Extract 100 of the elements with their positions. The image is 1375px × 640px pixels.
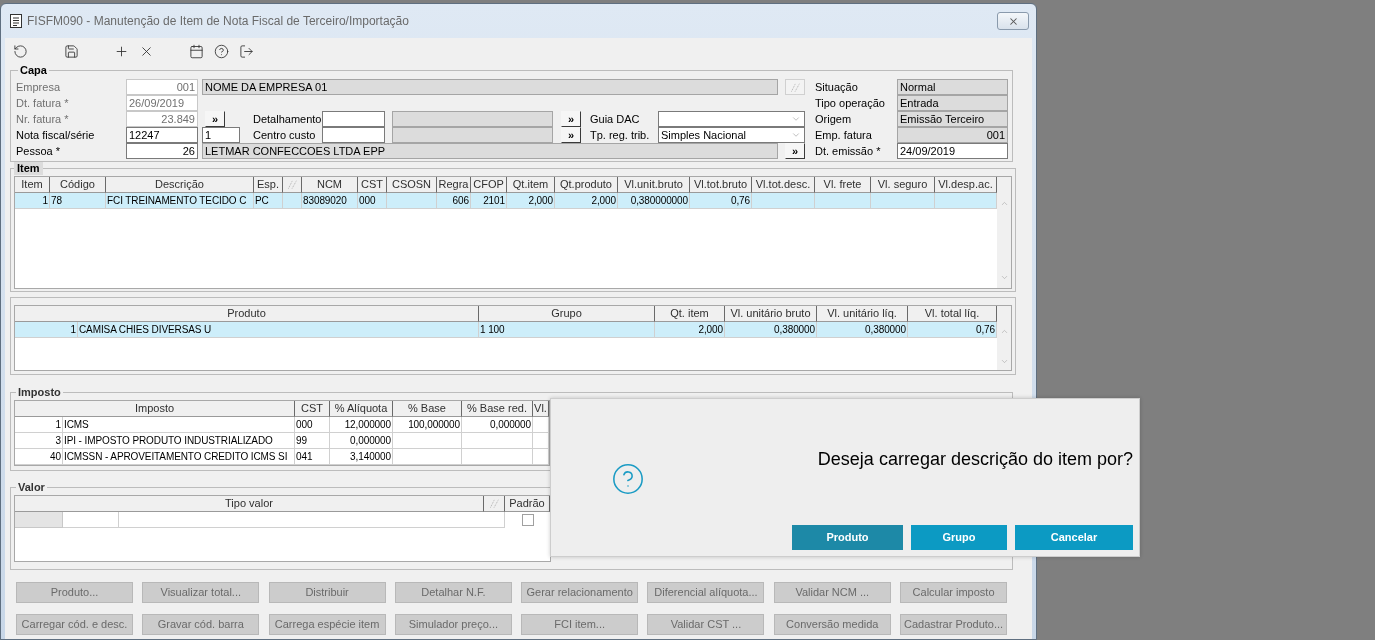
field-label: Guia DAC [590, 112, 640, 127]
diagonal-lines-icon [287, 180, 297, 189]
table-cell: 2,000 [655, 322, 725, 338]
column-header[interactable]: % Base [393, 401, 462, 417]
document-icon [10, 14, 22, 28]
column-header[interactable]: % Base red. [462, 401, 533, 417]
column-header[interactable]: NCM [302, 177, 358, 193]
diagonal-lines-icon [489, 499, 499, 508]
table-cell: ICMSSN - APROVEITAMENTO CREDITO ICMS SI [63, 449, 295, 465]
status-field: Normal [897, 79, 1008, 95]
column-header[interactable]: Código [50, 177, 106, 193]
field-label: Empresa [16, 80, 61, 95]
column-header[interactable]: Vl. unitário bruto [725, 306, 817, 322]
table-cell: 2,000 [555, 193, 618, 209]
column-header[interactable]: Produto [15, 306, 479, 322]
field-label: Tp. reg. trib. [590, 128, 650, 143]
table-row[interactable]: 3 IPI - IMPOSTO PRODUTO INDUSTRIALIZADO 99 0,000000 [15, 433, 549, 449]
field-label: Nr. fatura * [16, 112, 69, 127]
name-field: LETMAR CONFECCOES LTDA EPP [202, 143, 778, 159]
status-field[interactable]: 24/09/2019 [897, 143, 1008, 159]
help-icon[interactable] [214, 43, 229, 59]
window-title: FISFM090 - Manutenção de Item de Nota Fiscal de Terceiro/Importação [27, 13, 409, 30]
column-header[interactable]: Vl.tot.desc. [752, 177, 815, 193]
table-cell: 606 [437, 193, 471, 209]
column-header[interactable]: Vl. seguro [871, 177, 935, 193]
table-cell: 1 100 [479, 322, 655, 338]
table-row[interactable]: 1 78 FCI TREINAMENTO TECIDO C PC 83089020 000 606 2101 2,000 2,000 0,380000000 0,76 [15, 193, 997, 209]
save-icon[interactable] [64, 43, 79, 59]
plus-icon[interactable] [114, 43, 129, 59]
field-label: Emp. fatura [815, 128, 872, 143]
column-header[interactable]: Vl. frete [815, 177, 871, 193]
column-header[interactable] [484, 496, 505, 512]
table-cell: 78 [50, 193, 106, 209]
table-row[interactable]: 1 ICMS 000 12,000000 100,000000 0,000000 [15, 417, 549, 433]
column-header[interactable]: Vl. unitário líq. [817, 306, 908, 322]
column-header[interactable]: Qt.produto [555, 177, 618, 193]
undo-icon[interactable] [13, 43, 28, 59]
section-title: Imposto [17, 386, 62, 399]
text-field[interactable] [322, 127, 385, 143]
status-field: 001 [897, 127, 1008, 143]
exit-icon[interactable] [239, 43, 254, 59]
table-cell: 83089020 [302, 193, 358, 209]
dropdown[interactable]: Simples Nacional [658, 127, 805, 143]
column-header[interactable]: Descrição [106, 177, 254, 193]
column-header[interactable]: CST [358, 177, 387, 193]
column-header[interactable]: Imposto [15, 401, 295, 417]
code-field[interactable]: 26 [126, 143, 198, 159]
section-title: Capa [19, 64, 48, 77]
column-header[interactable]: Grupo [479, 306, 655, 322]
dropdown[interactable] [658, 111, 805, 127]
table-cell: 000 [358, 193, 387, 209]
text-field[interactable] [322, 111, 385, 127]
close-button[interactable] [997, 12, 1029, 30]
dialog-button[interactable]: Produto [792, 525, 903, 550]
column-header[interactable]: Tipo valor [15, 496, 484, 512]
status-field: Entrada [897, 95, 1008, 111]
column-header[interactable]: CST [295, 401, 330, 417]
column-header[interactable]: Regra [437, 177, 471, 193]
table-row[interactable]: 40 ICMSSN - APROVEITAMENTO CREDITO ICMS SI 041 3,140000 [15, 449, 549, 465]
column-header[interactable]: Padrão [505, 496, 550, 512]
field-label: Origem [815, 112, 852, 127]
name-field: NOME DA EMPRESA 01 [202, 79, 778, 95]
field-label: Dt. emissão * [815, 144, 881, 159]
column-header[interactable]: Vl.unit.bruto [618, 177, 690, 193]
series-field[interactable]: 1 [202, 127, 240, 143]
column-header[interactable]: Vl.desp.ac. [935, 177, 997, 193]
column-header[interactable]: Vl.tot.bruto [690, 177, 752, 193]
table-cell: CAMISA CHIES DIVERSAS U [78, 322, 479, 338]
column-header[interactable]: Qt.item [507, 177, 555, 193]
status-field: Emissão Terceiro [897, 111, 1008, 127]
more-button[interactable]: » [785, 143, 805, 159]
section-title: Item [14, 162, 43, 175]
column-header[interactable]: Qt. item [655, 306, 725, 322]
table-cell: 0,76 [690, 193, 752, 209]
column-header[interactable]: Esp. [254, 177, 283, 193]
column-header[interactable]: Item [15, 177, 50, 193]
table-cell: 2101 [471, 193, 507, 209]
field-label: Pessoa * [16, 144, 61, 159]
diagonal-lines-icon [790, 82, 800, 92]
column-header[interactable] [283, 177, 302, 193]
section-title: Valor [17, 481, 46, 494]
field-label: Nota fiscal/série [16, 128, 95, 143]
column-header[interactable]: CSOSN [387, 177, 437, 193]
field-label: Situação [815, 80, 858, 95]
calendar-icon[interactable] [189, 43, 204, 59]
table-cell: FCI TREINAMENTO TECIDO C [106, 193, 254, 209]
checkbox[interactable] [521, 514, 534, 526]
table-row[interactable]: 1 CAMISA CHIES DIVERSAS U 1 100 2,000 0,380000 0,380000 0,76 [15, 322, 997, 338]
more-button[interactable]: » [561, 111, 581, 127]
column-header[interactable]: % Alíquota [330, 401, 393, 417]
more-button[interactable]: » [561, 127, 581, 143]
number-field[interactable]: 12247 [126, 127, 198, 143]
table-cell: 0,380000 [817, 322, 908, 338]
column-header[interactable]: CFOP [471, 177, 507, 193]
column-header[interactable]: Vl. [533, 401, 549, 417]
field-label: Centro custo [253, 128, 316, 143]
table-cell: 40 [15, 449, 63, 465]
field-label: Dt. fatura * [16, 96, 69, 111]
column-header[interactable]: Vl. total líq. [908, 306, 997, 322]
close-icon [1007, 15, 1019, 27]
